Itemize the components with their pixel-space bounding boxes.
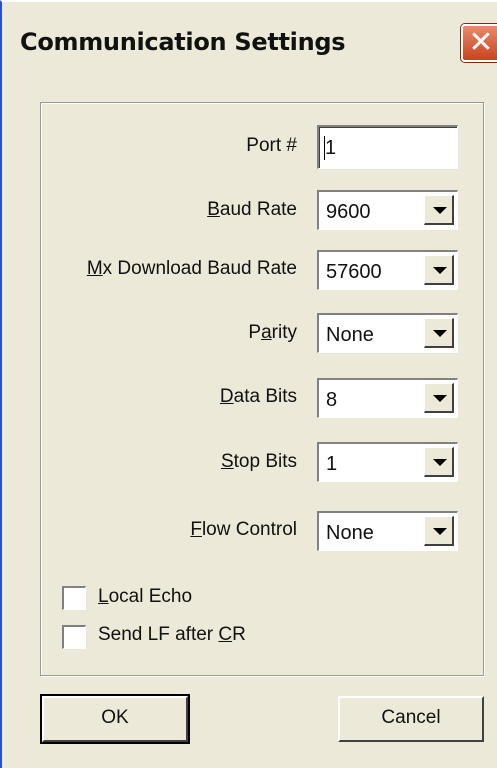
send-lf-after-cr-checkbox[interactable] bbox=[62, 625, 86, 649]
baud-rate-value: 9600 bbox=[326, 201, 371, 223]
baud-rate-select[interactable]: 9600 bbox=[317, 190, 458, 230]
chevron-down-icon[interactable] bbox=[424, 383, 454, 413]
port-label: Port # bbox=[246, 135, 297, 156]
data-bits-label: Data Bits bbox=[219, 386, 297, 407]
chevron-down-icon[interactable] bbox=[424, 447, 454, 477]
close-button[interactable]: ✕ bbox=[461, 24, 497, 62]
port-value: 1 bbox=[325, 137, 337, 159]
local-echo-label[interactable]: Local Echo bbox=[98, 586, 192, 608]
mx-download-baud-rate-label: Mx Download Baud Rate bbox=[86, 258, 297, 279]
data-bits-select[interactable]: 8 bbox=[317, 378, 458, 418]
cancel-button[interactable]: Cancel bbox=[338, 696, 484, 742]
data-bits-value: 8 bbox=[326, 389, 338, 411]
parity-label: Parity bbox=[248, 322, 297, 343]
send-lf-after-cr-label[interactable]: Send LF after CR bbox=[98, 624, 246, 646]
flow-control-value: None bbox=[326, 522, 374, 544]
parity-select[interactable]: None bbox=[317, 313, 458, 353]
port-input[interactable]: 1 bbox=[317, 125, 458, 169]
chevron-down-icon[interactable] bbox=[424, 195, 454, 225]
communication-settings-dialog: Communication Settings ✕ Port # 1 Baud R… bbox=[0, 0, 497, 768]
flow-control-select[interactable]: None bbox=[317, 511, 458, 551]
local-echo-checkbox[interactable] bbox=[62, 586, 86, 610]
chevron-down-icon[interactable] bbox=[424, 318, 454, 348]
baud-rate-label: Baud Rate bbox=[207, 199, 297, 220]
stop-bits-select[interactable]: 1 bbox=[317, 442, 458, 482]
dialog-title: Communication Settings bbox=[20, 28, 346, 56]
mx-download-baud-rate-value: 57600 bbox=[326, 261, 382, 283]
stop-bits-value: 1 bbox=[326, 453, 338, 475]
ok-button[interactable]: OK bbox=[40, 694, 190, 744]
mx-download-baud-rate-select[interactable]: 57600 bbox=[317, 250, 458, 290]
flow-control-label: Flow Control bbox=[190, 519, 297, 540]
stop-bits-label: Stop Bits bbox=[220, 451, 297, 472]
chevron-down-icon[interactable] bbox=[424, 255, 454, 285]
title-bar[interactable]: Communication Settings ✕ bbox=[2, 2, 497, 84]
parity-value: None bbox=[326, 324, 374, 346]
chevron-down-icon[interactable] bbox=[424, 516, 454, 546]
close-icon: ✕ bbox=[468, 26, 494, 59]
